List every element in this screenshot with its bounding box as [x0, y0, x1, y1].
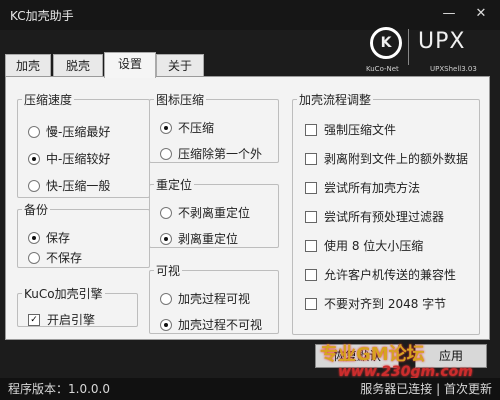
radio-selected-icon	[28, 231, 40, 244]
backup-nosave-radio[interactable]: 不保存	[28, 250, 82, 266]
client-compat-checkbox[interactable]: 允许客户机传送的兼容性	[305, 267, 456, 283]
brand-logo: K UPX KuCo-Net UPXShell3.03	[366, 27, 488, 75]
brand-sub-left: KuCo-Net	[366, 65, 399, 73]
kuco-logo-icon: K	[370, 27, 402, 59]
tab-settings[interactable]: 设置	[104, 52, 156, 78]
close-button[interactable]: ✕	[470, 4, 492, 24]
first-update: 首次更新	[443, 382, 492, 396]
radio-selected-icon	[160, 232, 172, 245]
visible-group: 可视 加壳过程可视 加壳过程不可视	[149, 262, 279, 334]
checkbox-icon	[305, 181, 317, 194]
window-title: KC加壳助手	[10, 9, 74, 23]
checkbox-icon	[305, 152, 317, 165]
speed-medium-radio[interactable]: 中-压缩较好	[28, 151, 110, 167]
8bit-compress-checkbox[interactable]: 使用 8 位大小压缩	[305, 238, 423, 254]
process-visible-radio[interactable]: 加壳过程可视	[160, 291, 250, 307]
status-separator: |	[436, 382, 444, 396]
radio-icon	[160, 206, 172, 219]
try-all-filters-checkbox[interactable]: 尝试所有预处理过滤器	[305, 209, 444, 225]
radio-icon	[28, 251, 40, 264]
icon-compression-title: 图标压缩	[156, 93, 205, 107]
watermark: 专业GM论坛 www.230gm.com	[320, 340, 490, 380]
engine-group: KuCo加壳引擎 ✓ 开启引擎	[17, 285, 138, 327]
backup-title: 备份	[24, 203, 49, 217]
speed-slow-radio[interactable]: 慢-压缩最好	[28, 124, 110, 140]
radio-icon	[160, 147, 172, 160]
process-invisible-radio[interactable]: 加壳过程不可视	[160, 317, 262, 333]
relocation-strip-radio[interactable]: 剥离重定位	[160, 231, 238, 247]
icon-compress-except-first-radio[interactable]: 压缩除第一个外	[160, 146, 262, 162]
checkbox-icon	[305, 297, 317, 310]
no-align-2048-checkbox[interactable]: 不要对齐到 2048 字节	[305, 296, 446, 312]
checkbox-icon	[305, 123, 317, 136]
checkbox-icon	[305, 239, 317, 252]
force-compress-checkbox[interactable]: 强制压缩文件	[305, 122, 396, 138]
logo-divider	[408, 29, 409, 65]
radio-selected-icon	[28, 152, 40, 165]
compression-speed-title: 压缩速度	[24, 93, 73, 107]
relocation-title: 重定位	[156, 178, 193, 192]
backup-group: 备份 保存 不保存	[17, 201, 150, 268]
backup-save-radio[interactable]: 保存	[28, 230, 70, 246]
process-adjust-title: 加壳流程调整	[299, 93, 372, 107]
brand-name: UPX	[418, 29, 466, 54]
radio-icon	[28, 125, 40, 138]
try-all-methods-checkbox[interactable]: 尝试所有加壳方法	[305, 180, 420, 196]
radio-selected-icon	[160, 318, 172, 331]
radio-icon	[28, 179, 40, 192]
server-status: 服务器已连接	[360, 382, 433, 396]
relocation-group: 重定位 不剥离重定位 剥离重定位	[149, 176, 279, 248]
watermark-line1: 专业GM论坛	[320, 344, 425, 365]
minimize-button[interactable]: —	[438, 4, 460, 24]
icon-compression-group: 图标压缩 不压缩 压缩除第一个外	[149, 91, 279, 163]
version-text: 程序版本：1.0.0.0	[8, 382, 110, 396]
engine-enable-checkbox[interactable]: ✓ 开启引擎	[28, 312, 95, 328]
radio-icon	[160, 292, 172, 305]
brand-sub-right: UPXShell3.03	[430, 65, 477, 73]
icon-no-compress-radio[interactable]: 不压缩	[160, 120, 214, 136]
strip-extra-data-checkbox[interactable]: 剥离附到文件上的额外数据	[305, 151, 468, 167]
settings-panel: 压缩速度 慢-压缩最好 中-压缩较好 快-压缩一般 备份 保存 不保存 KuCo…	[5, 76, 490, 340]
tab-unpack[interactable]: 脱壳	[53, 54, 103, 77]
radio-selected-icon	[160, 121, 172, 134]
status-bar: 程序版本：1.0.0.0 服务器已连接 | 首次更新	[0, 378, 500, 400]
compression-speed-group: 压缩速度 慢-压缩最好 中-压缩较好 快-压缩一般	[17, 91, 150, 198]
checkbox-icon	[305, 210, 317, 223]
engine-title: KuCo加壳引擎	[24, 287, 103, 301]
status-right: 服务器已连接 | 首次更新	[360, 378, 492, 400]
speed-fast-radio[interactable]: 快-压缩一般	[28, 178, 110, 194]
tab-pack[interactable]: 加壳	[5, 54, 51, 77]
relocation-keep-radio[interactable]: 不剥离重定位	[160, 205, 250, 221]
title-bar: KC加壳助手 — ✕	[0, 0, 500, 30]
tab-about[interactable]: 关于	[156, 54, 204, 77]
checkbox-icon	[305, 268, 317, 281]
visible-title: 可视	[156, 264, 181, 278]
check-icon: ✓	[28, 313, 40, 326]
process-adjust-group: 加壳流程调整 强制压缩文件 剥离附到文件上的额外数据 尝试所有加壳方法 尝试所有…	[292, 91, 480, 335]
